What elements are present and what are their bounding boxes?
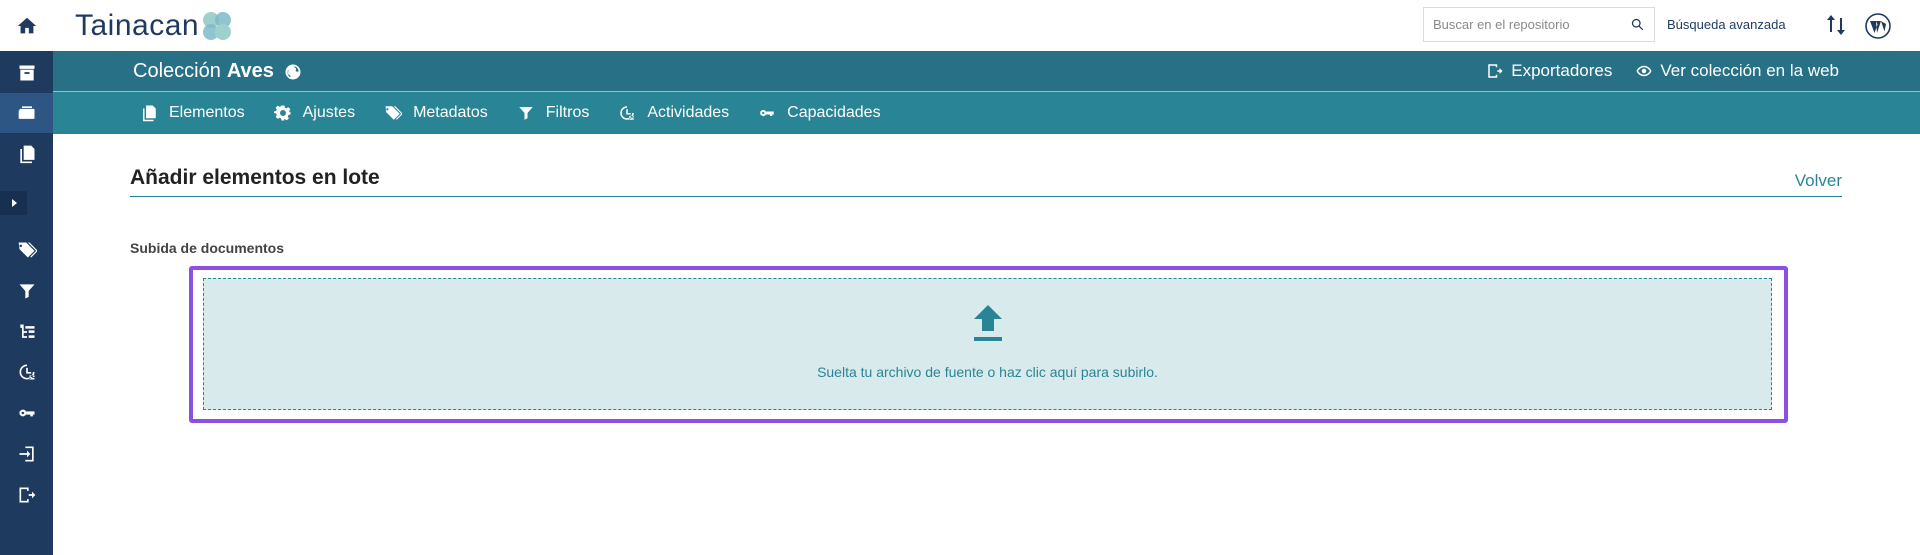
wordpress-icon <box>1865 13 1891 39</box>
tab-label: Metadatos <box>413 104 488 121</box>
tab-filtros[interactable]: Filtros <box>517 104 590 122</box>
sidebar-item-collections[interactable] <box>0 93 53 133</box>
tab-label: Actividades <box>647 104 730 121</box>
items-icon <box>143 105 156 122</box>
sidebar-expand-toggle[interactable] <box>0 191 27 215</box>
activities-icon <box>620 106 635 120</box>
processes-button[interactable] <box>1825 13 1847 42</box>
collection-name: Aves <box>226 60 274 82</box>
upload-section-label: Subida de documentos <box>130 240 285 256</box>
activities-icon <box>19 364 34 380</box>
exporters-button[interactable]: Exportadores <box>1485 61 1612 81</box>
logo-mark-icon <box>203 12 232 40</box>
globe-icon <box>285 64 301 79</box>
export-icon <box>1488 64 1503 78</box>
title-divider <box>130 196 1842 197</box>
page-title: Añadir elementos en lote <box>130 166 380 189</box>
view-collection-button[interactable]: Ver colección en la web <box>1634 61 1839 81</box>
collection-header: Colección Aves Exportadores Ver colecció… <box>53 51 1920 92</box>
upload-icon <box>973 305 1002 341</box>
advanced-search-link[interactable]: Búsqueda avanzada <box>1667 17 1786 32</box>
collection-actions: Exportadores Ver colección en la web <box>1463 61 1839 81</box>
app-logo[interactable]: Tainacan <box>75 9 232 43</box>
key-icon <box>19 409 34 417</box>
sort-arrows-icon <box>1827 15 1845 35</box>
wordpress-link[interactable] <box>1865 13 1891 44</box>
tab-ajustes[interactable]: Ajustes <box>273 104 356 122</box>
exporters-icon <box>19 487 35 503</box>
tab-actividades[interactable]: Actividades <box>618 104 729 122</box>
items-icon <box>19 145 34 164</box>
sidebar-item-home[interactable] <box>0 0 53 51</box>
caret-right-icon <box>11 199 17 207</box>
sidebar-item-repository[interactable] <box>0 53 53 93</box>
tab-capacidades[interactable]: Capacidades <box>758 104 881 122</box>
logo-text: Tainacan <box>75 9 200 42</box>
top-bar: Tainacan Búsqueda avanzada <box>53 0 1920 51</box>
sidebar-item-filters[interactable] <box>0 271 53 311</box>
collections-icon <box>18 106 34 119</box>
upload-dropzone[interactable]: Suelta tu archivo de fuente o haz clic a… <box>203 278 1772 410</box>
sidebar-item-taxonomies[interactable] <box>0 230 53 270</box>
tab-label: Ajustes <box>302 104 356 121</box>
sidebar-item-items[interactable] <box>0 134 53 174</box>
hierarchy-icon <box>19 324 34 338</box>
collection-tabs: Elementos Ajustes Metadatos Filtros Acti… <box>53 92 1920 134</box>
repository-icon <box>19 65 34 81</box>
eye-icon <box>1636 65 1652 77</box>
collection-title: Colección Aves <box>133 60 302 83</box>
home-icon <box>17 17 36 33</box>
upload-highlight: Suelta tu archivo de fuente o haz clic a… <box>189 266 1788 423</box>
tab-elementos[interactable]: Elementos <box>140 104 245 122</box>
tab-label: Elementos <box>169 104 245 121</box>
sidebar-item-importers[interactable] <box>0 434 53 474</box>
dropzone-text: Suelta tu archivo de fuente o haz clic a… <box>817 364 1158 380</box>
sidebar-item-activities[interactable] <box>0 352 53 392</box>
sidebar <box>0 0 53 555</box>
tab-metadatos[interactable]: Metadatos <box>384 104 488 122</box>
tags-icon <box>385 106 403 120</box>
back-link[interactable]: Volver <box>1795 171 1842 191</box>
key-icon <box>760 109 774 116</box>
tab-label: Capacidades <box>787 104 881 121</box>
repository-search[interactable] <box>1423 7 1655 42</box>
sidebar-item-hierarchy[interactable] <box>0 312 53 352</box>
sidebar-item-exporters[interactable] <box>0 475 53 515</box>
view-collection-label: Ver colección en la web <box>1660 61 1839 80</box>
sidebar-item-capabilities[interactable] <box>0 393 53 433</box>
search-input[interactable] <box>1433 17 1630 32</box>
search-icon[interactable] <box>1630 17 1645 32</box>
exporters-label: Exportadores <box>1511 61 1613 80</box>
filter-icon <box>519 107 533 120</box>
collection-prefix: Colección <box>133 60 221 82</box>
importers-icon <box>19 446 34 462</box>
filter-icon <box>19 284 34 299</box>
tags-icon <box>18 242 37 258</box>
tab-label: Filtros <box>545 104 590 121</box>
gear-icon <box>273 105 291 121</box>
